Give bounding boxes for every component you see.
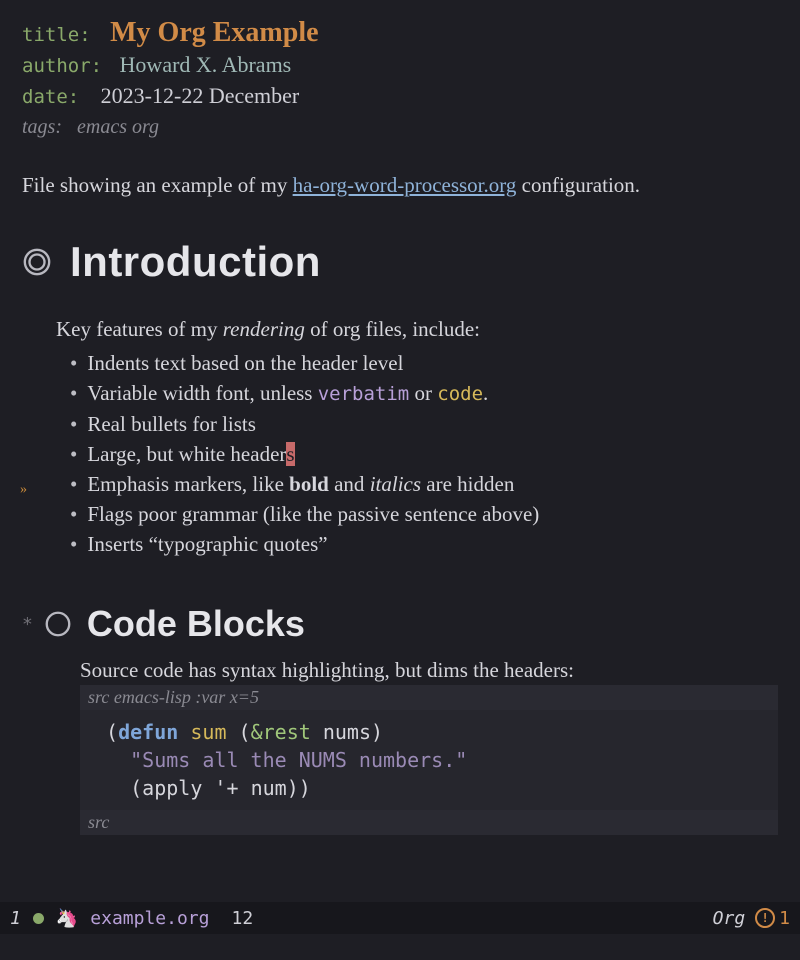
bullet-icon: • [70,378,77,408]
meta-key-date: date [22,86,68,108]
warning-icon: ! [755,908,775,928]
document-title: My Org Example [110,17,318,48]
meta-title-line: title: My Org Example [22,18,778,50]
bullet-icon: • [70,529,77,559]
bullet-icon: • [70,348,77,378]
meta-key-author: author [22,55,91,77]
features-list: •Indents text based on the header level … [56,348,778,559]
list-item: •Real bullets for lists [70,409,778,439]
list-item: •Large, but white headers [70,439,778,469]
list-item: •Inserts “typographic quotes” [70,529,778,559]
list-item: » •Emphasis markers, like bold and itali… [70,469,778,499]
heading-star-icon: * [22,614,33,635]
list-item: •Indents text based on the header level [70,348,778,378]
bullet-icon: • [70,469,77,499]
code-blocks-lead: Source code has syntax highlighting, but… [80,655,778,685]
line-number: 12 [231,908,253,929]
heading-code-blocks[interactable]: * Code Blocks [22,603,778,645]
verbatim-text: verbatim [318,383,410,405]
bullet-icon: • [70,499,77,529]
features-lead: Key features of my rendering of org file… [56,314,778,344]
intro-paragraph: File showing an example of my ha-org-wor… [22,170,778,200]
buffer-name[interactable]: example.org [90,908,209,929]
heading-bullet-icon [22,247,52,277]
major-mode[interactable]: Org [713,908,746,929]
editor-buffer[interactable]: title: My Org Example author: Howard X. … [0,0,800,900]
echo-area[interactable] [0,934,800,960]
cursor: s [286,442,294,466]
modified-indicator-icon [33,913,44,924]
code-blocks-body: Source code has syntax highlighting, but… [80,655,778,835]
heading-title: Code Blocks [87,603,305,645]
meta-key-title: title [22,24,79,46]
bullet-icon: • [70,409,77,439]
src-block-header: src emacs-lisp :var x=5 [80,685,778,710]
fringe-arrow-icon: » [20,475,27,505]
window-number: 1 [10,908,21,929]
heading-title: Introduction [70,238,321,286]
document-tags: emacs org [77,116,159,138]
flycheck-warning[interactable]: ! 1 [755,908,790,929]
meta-key-tags: tags: [22,116,62,138]
src-block[interactable]: (defun sum (&rest nums) "Sums all the NU… [80,710,778,810]
document-author: Howard X. Abrams [120,52,292,77]
mode-logo-icon: 🦄 [56,908,78,929]
meta-tags-line: tags: emacs org [22,112,778,142]
document-date: 2023-12-22 December [101,83,300,108]
config-link[interactable]: ha-org-word-processor.org [293,173,517,197]
list-item: •Variable width font, unless verbatim or… [70,378,778,409]
intro-body: Key features of my rendering of org file… [56,314,778,559]
heading-introduction[interactable]: Introduction [22,238,778,286]
src-block-footer: src [80,810,778,835]
code-text: code [437,383,483,405]
list-item: •Flags poor grammar (like the passive se… [70,499,778,529]
bullet-icon: • [70,439,77,469]
heading-bullet-icon [43,609,73,639]
modeline[interactable]: 1 🦄 example.org 12 Org ! 1 [0,902,800,934]
meta-date-line: date: 2023-12-22 December [22,81,778,112]
meta-author-line: author: Howard X. Abrams [22,50,778,81]
